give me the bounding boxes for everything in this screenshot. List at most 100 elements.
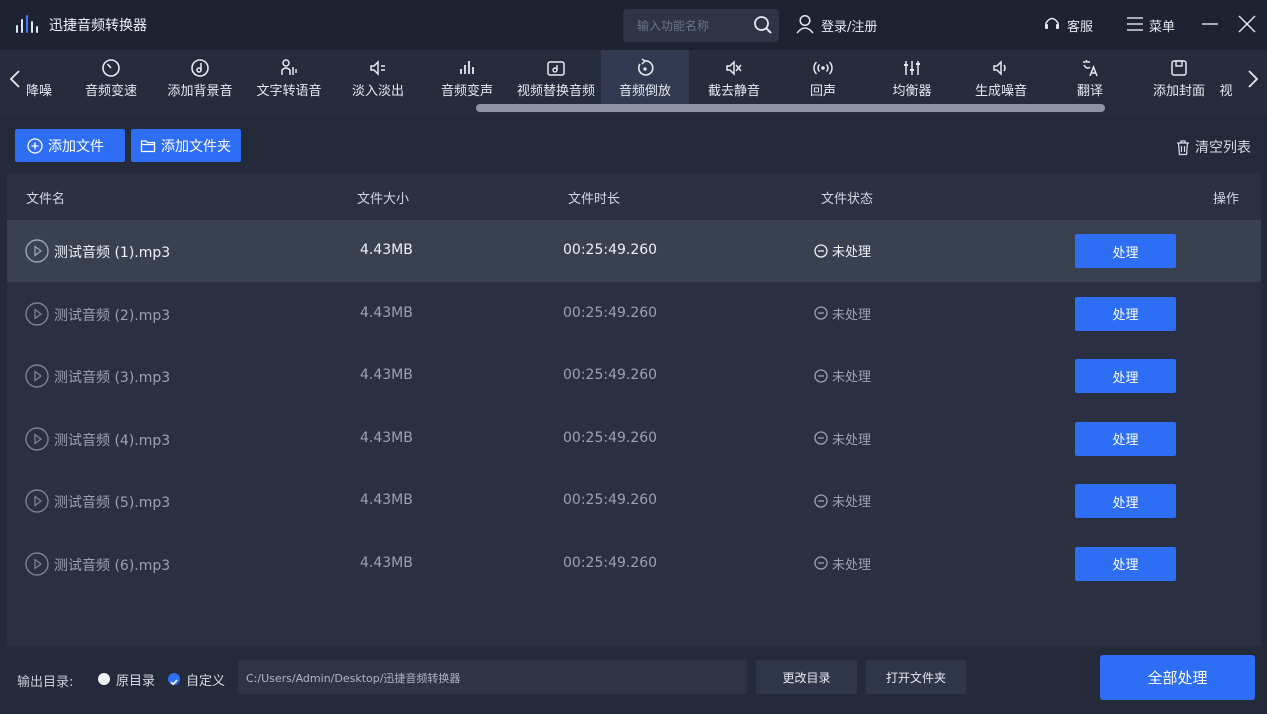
tool-translate[interactable]: 翻译 (1046, 50, 1134, 106)
tool-fade-in-out[interactable]: 淡入淡出 (334, 50, 422, 106)
radio-original-label[interactable]: 原目录 (116, 670, 155, 689)
file-status-text: 未处理 (832, 432, 872, 448)
file-status-text: 未处理 (832, 245, 872, 260)
file-status-text: 未处理 (832, 307, 872, 323)
file-status: 未处理 (814, 304, 871, 323)
video-audio-icon (547, 61, 565, 76)
process-button[interactable]: 处理 (1075, 296, 1176, 331)
table-row[interactable]: 测试音频 (6).mp3 4.43MB 00:25:49.260 未处理 处理 (7, 533, 1261, 595)
toolbar-scrollbar[interactable] (476, 104, 1105, 112)
menu-button[interactable]: 菜单 (1149, 16, 1175, 35)
column-status: 文件状态 (821, 192, 874, 207)
pending-icon (814, 306, 828, 320)
play-icon[interactable] (25, 364, 49, 388)
file-duration: 00:25:49.260 (563, 304, 658, 321)
tool-trim-silence[interactable]: 截去静音 (690, 50, 778, 106)
tool-label: 音频变声 (440, 84, 493, 99)
feature-search-input[interactable] (637, 17, 747, 35)
tool-echo[interactable]: 回声 (779, 50, 867, 106)
tool-add-cover[interactable]: 添加封面 (1135, 50, 1223, 106)
tool-partial-next[interactable]: 视 (1214, 50, 1238, 106)
close-icon[interactable] (1237, 14, 1257, 34)
file-table: 文件名 文件大小 文件时长 文件状态 操作 测试音频 (1).mp3 4.43MB… (7, 173, 1261, 646)
tool-add-bgm[interactable]: 添加背景音 (156, 50, 244, 106)
action-row: 添加文件 添加文件夹 清空列表 (0, 117, 1267, 173)
file-duration: 00:25:49.260 (563, 242, 658, 258)
menu-icon[interactable] (1126, 16, 1144, 32)
output-dir-label: 输出目录: (17, 675, 74, 690)
file-name: 测试音频 (5).mp3 (54, 495, 171, 511)
tool-label: 文字转语音 (256, 84, 322, 99)
tool-voice-change[interactable]: 音频变声 (423, 50, 511, 106)
open-folder-button[interactable]: 打开文件夹 (866, 660, 966, 694)
tool-generate-noise[interactable]: 生成噪音 (957, 50, 1045, 106)
tool-audio-speed[interactable]: 音频变速 (67, 50, 155, 106)
equalizer-icon (904, 61, 920, 75)
process-button[interactable]: 处理 (1075, 359, 1176, 393)
play-icon[interactable] (25, 489, 49, 513)
output-path-text: C:/Users/Admin/Desktop/迅捷音频转换器 (246, 672, 461, 685)
process-button[interactable]: 处理 (1075, 421, 1176, 456)
table-row[interactable]: 测试音频 (1).mp3 4.43MB 00:25:49.260 未处理 处理 (7, 220, 1261, 282)
radio-original-dir[interactable] (98, 673, 110, 685)
process-button[interactable]: 处理 (1075, 234, 1176, 268)
scroll-right-icon[interactable] (1245, 67, 1261, 91)
headset-icon[interactable] (1043, 15, 1061, 33)
file-name: 测试音频 (2).mp3 (54, 307, 171, 324)
reverse-icon (637, 58, 654, 76)
table-row[interactable]: 测试音频 (5).mp3 4.43MB 00:25:49.260 未处理 处理 (7, 470, 1261, 532)
tool-label: 添加背景音 (167, 84, 233, 99)
feature-search[interactable] (623, 9, 779, 42)
process-all-button[interactable]: 全部处理 (1100, 655, 1255, 700)
clear-list-button[interactable]: 清空列表 (1175, 137, 1251, 157)
tool-label: 添加封面 (1152, 84, 1205, 99)
change-dir-button[interactable]: 更改目录 (756, 660, 857, 694)
customer-service-link[interactable]: 客服 (1067, 16, 1093, 35)
table-row[interactable]: 测试音频 (4).mp3 4.43MB 00:25:49.260 未处理 处理 (7, 408, 1261, 470)
process-button[interactable]: 处理 (1075, 546, 1176, 581)
play-icon[interactable] (25, 239, 49, 263)
play-icon[interactable] (25, 426, 49, 451)
tool-denoise[interactable]: 降噪 (0, 50, 76, 106)
text-speech-icon (281, 59, 297, 75)
file-duration: 00:25:49.260 (563, 554, 658, 571)
file-status: 未处理 (814, 366, 871, 385)
pending-icon (814, 493, 828, 508)
login-register-link[interactable]: 登录/注册 (821, 16, 877, 35)
search-icon[interactable] (753, 15, 773, 35)
user-icon[interactable] (794, 13, 816, 35)
tool-label: 均衡器 (892, 84, 932, 99)
add-file-label: 添加文件 (48, 138, 104, 155)
file-name: 测试音频 (3).mp3 (54, 370, 171, 386)
speed-icon (102, 59, 120, 77)
file-status: 未处理 (814, 429, 871, 448)
table-row[interactable]: 测试音频 (3).mp3 4.43MB 00:25:49.260 未处理 处理 (7, 345, 1261, 407)
tool-audio-reverse[interactable]: 音频倒放 (601, 50, 689, 106)
play-icon[interactable] (25, 301, 49, 326)
tool-label: 淡入淡出 (351, 84, 404, 99)
file-status-text: 未处理 (832, 557, 872, 573)
add-folder-button[interactable]: 添加文件夹 (131, 129, 241, 162)
tool-label: 音频变速 (84, 84, 137, 99)
file-size: 4.43MB (360, 242, 413, 258)
file-size: 4.43MB (360, 554, 413, 571)
tool-text-to-speech[interactable]: 文字转语音 (245, 50, 333, 106)
minimize-icon[interactable] (1200, 14, 1220, 34)
tool-label: 降噪 (25, 84, 52, 99)
tool-video-replace-audio[interactable]: 视频替换音频 (512, 50, 600, 106)
tool-label: 视 (1219, 84, 1233, 99)
add-folder-label: 添加文件夹 (161, 138, 231, 155)
process-button[interactable]: 处理 (1075, 484, 1176, 518)
radio-custom-dir[interactable] (168, 673, 180, 686)
app-title: 迅捷音频转换器 (49, 18, 147, 34)
output-path-field[interactable]: C:/Users/Admin/Desktop/迅捷音频转换器 (238, 660, 747, 694)
column-name: 文件名 (26, 192, 66, 207)
play-icon[interactable] (25, 551, 49, 576)
file-name: 测试音频 (1).mp3 (54, 245, 171, 261)
table-row[interactable]: 测试音频 (2).mp3 4.43MB 00:25:49.260 未处理 处理 (7, 283, 1261, 345)
file-size: 4.43MB (360, 429, 413, 446)
radio-custom-label[interactable]: 自定义 (186, 670, 225, 689)
add-file-button[interactable]: 添加文件 (15, 129, 125, 162)
pending-icon (814, 368, 828, 383)
tool-equalizer[interactable]: 均衡器 (868, 50, 956, 106)
